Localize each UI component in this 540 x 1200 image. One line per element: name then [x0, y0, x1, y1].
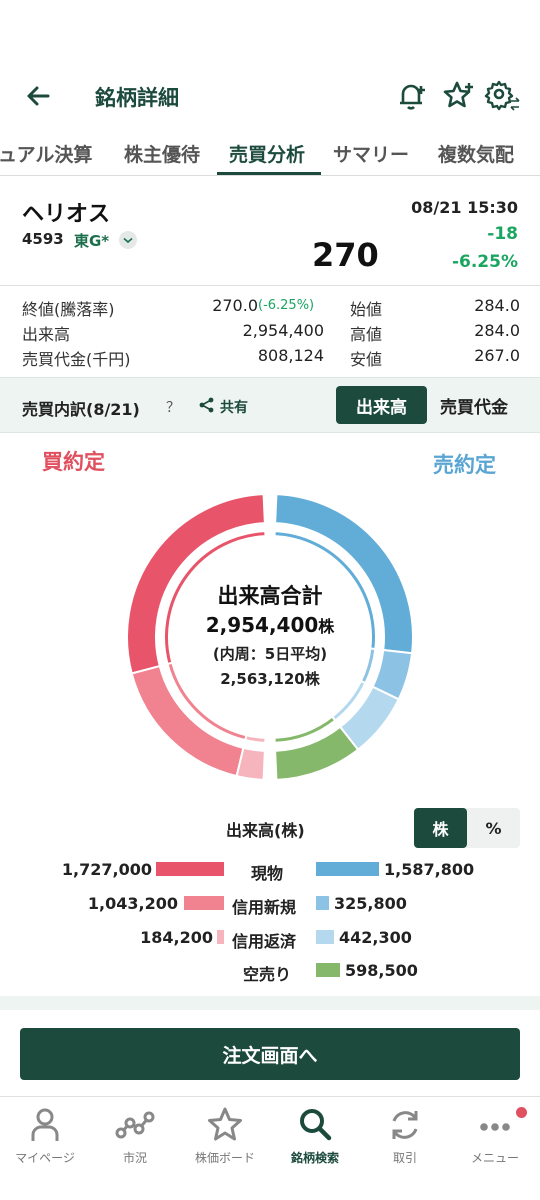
nav-item-stock-board[interactable]: 株価ボード [180, 1097, 270, 1177]
turnover-label: 売買代金(千円) [22, 350, 131, 369]
nav-label: マイページ [15, 1151, 75, 1165]
volume-value: 2,954,400 [242, 321, 324, 340]
legend-category-label: 現物 [251, 864, 284, 883]
legend-sell-bar [316, 896, 329, 910]
detail-tabs: ュアル決算 株主優待 売買分析 サマリー 複数気配 [0, 130, 540, 176]
share-icon[interactable] [198, 396, 216, 414]
legend-sell-value: 325,800 [334, 894, 407, 913]
active-tab-indicator [217, 172, 321, 175]
legend-buy-value: 184,200 [140, 928, 213, 947]
nav-label: メニュー [470, 1151, 519, 1165]
close-value: 270.0 [212, 296, 258, 315]
legend-buy-bar [156, 862, 224, 876]
legend-sell-value: 442,300 [339, 928, 412, 947]
nav-label: 取引 [392, 1151, 417, 1165]
divider [0, 285, 540, 286]
tab-multiple-quotes[interactable]: 複数気配 [438, 140, 514, 167]
nav-label: 株価ボード [194, 1151, 255, 1165]
page-title: 銘柄詳細 [95, 86, 179, 110]
trade-breakdown-donut-chart [126, 493, 414, 781]
volume-toggle-button[interactable]: 出来高 [336, 386, 427, 424]
person-icon [31, 1108, 59, 1141]
sell-side-label: 売約定 [433, 453, 496, 477]
market-selector[interactable]: 東G* [74, 230, 109, 251]
turnover-value: 808,124 [257, 346, 324, 365]
turnover-toggle-button[interactable]: 売買代金 [428, 386, 520, 424]
open-label: 始値 [350, 300, 383, 319]
nav-item-stock-search[interactable]: 銘柄検索 [270, 1097, 360, 1177]
legend-category-label: 信用新規 [232, 898, 297, 917]
total-volume-value: 2,954,400株 [205, 613, 335, 637]
notification-badge [516, 1107, 527, 1118]
price-change: -18 [487, 224, 518, 244]
order-screen-button[interactable]: 注文画面へ [20, 1028, 520, 1080]
unit-toggle: 株 % [414, 808, 520, 848]
more-icon [480, 1123, 510, 1131]
breakdown-header: 売買内訳(8/21) ？ 共有 出来高 売買代金 [0, 377, 540, 433]
chevron-down-icon[interactable] [119, 231, 137, 249]
inner-ring-note: (内周：5日平均) [212, 645, 328, 663]
bottom-navigation: マイページ 市況 株価ボード 銘柄検索 取引 メニュー [0, 1096, 540, 1200]
stock-name: ヘリオス [22, 202, 111, 227]
breakdown-title: 売買内訳(8/21) [22, 400, 140, 419]
unit-shares-button[interactable]: 株 [414, 808, 467, 848]
sell-slice [274, 725, 360, 781]
legend-buy-bar [217, 930, 224, 944]
tab-trade-analysis[interactable]: 売買分析 [229, 140, 305, 167]
stock-code: 4593 [22, 230, 64, 248]
nav-item-mypage[interactable]: マイページ [0, 1097, 90, 1177]
nav-item-trade[interactable]: 取引 [360, 1097, 450, 1177]
legend-buy-bar [184, 896, 224, 910]
five-day-average-value: 2,563,120株 [220, 670, 320, 688]
close-percent: (-6.25%) [258, 298, 315, 313]
buy-inner-slice [244, 734, 267, 744]
nav-label: 市況 [122, 1151, 147, 1165]
tab-summary[interactable]: サマリー [333, 140, 409, 167]
legend-category-label: 信用返済 [232, 932, 297, 951]
current-price: 270 [312, 236, 379, 274]
search-icon [300, 1109, 332, 1141]
app-header: 銘柄詳細 [0, 70, 540, 122]
low-value: 267.0 [474, 346, 520, 365]
share-button[interactable]: 共有 [220, 397, 248, 417]
legend-buy-value: 1,727,000 [61, 860, 152, 879]
nav-item-market[interactable]: 市況 [90, 1097, 180, 1177]
high-value: 284.0 [474, 321, 520, 340]
price-timestamp: 08/21 15:30 [411, 198, 518, 217]
help-icon[interactable]: ？ [166, 397, 180, 417]
legend-sell-value: 1,587,800 [384, 860, 475, 879]
legend-sell-bar [316, 963, 340, 977]
legend-title: 出来高(株) [226, 821, 305, 840]
price-change-percent: -6.25% [451, 252, 518, 272]
back-arrow-icon[interactable] [22, 80, 54, 112]
favorite-star-add-icon[interactable] [440, 78, 476, 114]
tab-shareholder-benefits[interactable]: 株主優待 [124, 140, 200, 167]
volume-label: 出来高 [22, 325, 71, 344]
unit-percent-button[interactable]: % [467, 808, 520, 848]
tab-financial-results[interactable]: ュアル決算 [0, 140, 92, 167]
low-label: 安値 [350, 350, 383, 369]
high-label: 高値 [350, 325, 383, 344]
legend-category-label: 空売り [243, 965, 292, 984]
section-separator [0, 996, 540, 1010]
trade-icon [392, 1111, 418, 1139]
alert-bell-add-icon[interactable] [394, 78, 430, 114]
total-volume-title: 出来高合計 [217, 584, 323, 608]
legend-sell-value: 598,500 [345, 961, 418, 980]
legend-buy-value: 1,043,200 [87, 894, 178, 913]
legend-sell-bar [316, 862, 379, 876]
buy-side-label: 買約定 [42, 450, 105, 474]
open-value: 284.0 [474, 296, 520, 315]
nav-label: 銘柄検索 [290, 1151, 339, 1165]
market-icon [115, 1111, 155, 1139]
close-label: 終値(騰落率) [22, 300, 115, 319]
star-icon [208, 1107, 242, 1141]
settings-gear-icon[interactable] [484, 78, 520, 114]
legend-sell-bar [316, 930, 334, 944]
nav-item-menu[interactable]: メニュー [450, 1097, 540, 1177]
